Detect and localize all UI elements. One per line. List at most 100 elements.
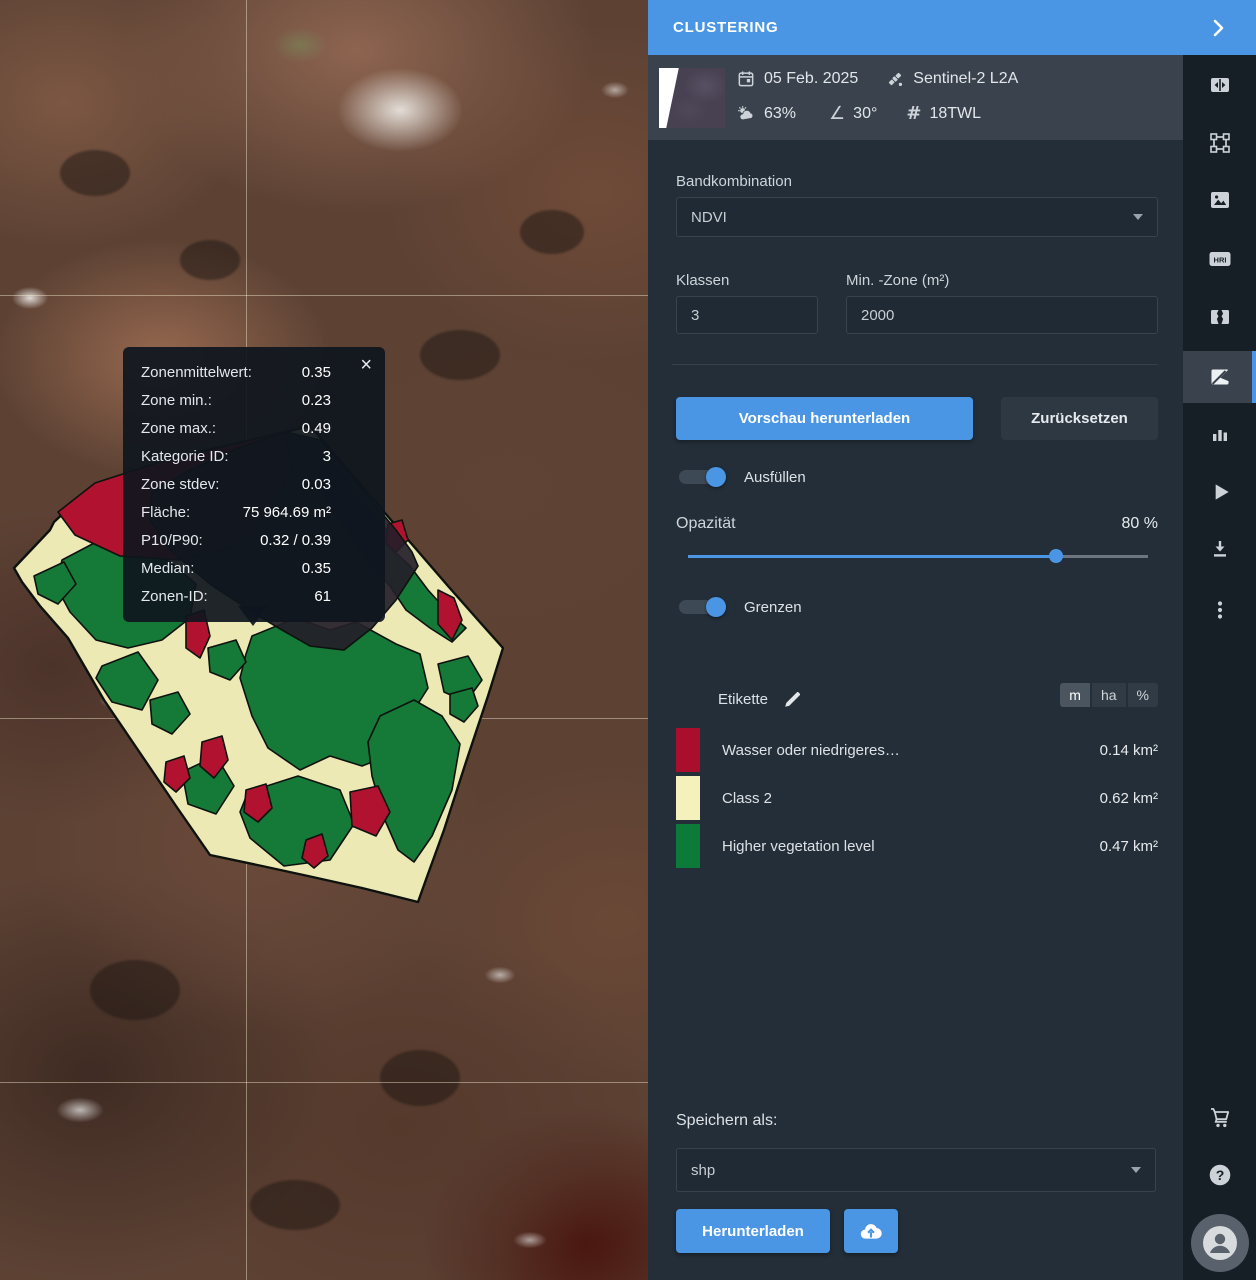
class-color-swatch xyxy=(676,728,700,772)
cloud-upload-icon xyxy=(860,1224,882,1239)
change-detection-tool[interactable] xyxy=(1183,291,1256,343)
band-combination-label: Bandkombination xyxy=(676,173,792,190)
legend-row: Wasser oder niedrigeres… 0.14 km² xyxy=(676,728,1158,772)
stat-label: Kategorie ID: xyxy=(141,447,229,465)
play-tool[interactable] xyxy=(1183,466,1256,518)
tile-grid-icon: # xyxy=(906,103,922,124)
stat-label: Zone stdev: xyxy=(141,475,220,493)
section-divider xyxy=(672,364,1158,365)
stat-value: 0.49 xyxy=(301,419,331,437)
angle-icon: ∠ xyxy=(829,103,846,124)
fill-toggle[interactable] xyxy=(676,465,726,489)
account-button[interactable] xyxy=(1191,1214,1249,1272)
stat-value: 0.03 xyxy=(301,475,331,493)
scene-angle: ∠ 30° xyxy=(829,103,877,124)
cluster-zones-layer[interactable] xyxy=(0,0,648,1280)
help-icon: ? xyxy=(1209,1164,1230,1186)
download-label: Herunterladen xyxy=(702,1222,804,1240)
scene-thumbnail[interactable] xyxy=(659,68,725,128)
class-area: 0.47 km² xyxy=(1099,837,1158,855)
scene-tile-text: 18TWL xyxy=(929,104,982,122)
borders-toggle[interactable] xyxy=(676,595,726,619)
download-tool[interactable] xyxy=(1183,523,1256,575)
stat-value: 0.35 xyxy=(301,363,331,381)
svg-text:?: ? xyxy=(1215,1167,1224,1183)
compare-icon xyxy=(1210,78,1229,92)
classes-input[interactable]: 3 xyxy=(676,296,818,334)
aoi-polygon-icon xyxy=(1209,133,1230,153)
legend-title: Etikette xyxy=(718,690,769,708)
save-format-value: shp xyxy=(691,1161,716,1179)
save-as-label: Speichern als: xyxy=(676,1112,778,1129)
split-images-icon xyxy=(1210,310,1229,324)
analytics-tool[interactable] xyxy=(1183,408,1256,460)
more-vertical-icon xyxy=(1217,601,1222,619)
edit-pencil-icon[interactable] xyxy=(782,688,804,710)
class-label: Higher vegetation level xyxy=(722,837,875,855)
cloud-upload-button[interactable] xyxy=(844,1209,898,1253)
legend-row: Class 2 0.62 km² xyxy=(676,776,1158,820)
svg-text:HRI: HRI xyxy=(1213,256,1226,265)
opacity-label: Opazität xyxy=(676,515,736,532)
class-area: 0.62 km² xyxy=(1099,789,1158,807)
imagery-tool[interactable] xyxy=(1183,174,1256,226)
unit-m-button[interactable]: m xyxy=(1060,683,1090,707)
chevron-down-icon xyxy=(1131,1167,1141,1173)
scene-meta-bar: 05 Feb. 2025 Sentinel-2 L2A 63% ∠ 30° # … xyxy=(648,55,1183,140)
clustering-tool[interactable] xyxy=(1183,351,1256,403)
aoi-tool[interactable] xyxy=(1183,117,1256,169)
map-canvas[interactable]: × Zonenmittelwert: 0.35 Zone min.: 0.23 Zo… xyxy=(0,0,648,1280)
clustering-panel: CLUSTERING 05 Feb. 2025 Sentinel-2 L2A 6… xyxy=(648,0,1256,1280)
unit-ha-button[interactable]: ha xyxy=(1091,683,1126,707)
play-icon xyxy=(1215,484,1229,500)
stat-value: 0.23 xyxy=(301,391,331,409)
class-color-swatch xyxy=(676,776,700,820)
stat-label: Zone max.: xyxy=(141,419,217,437)
compare-tool[interactable] xyxy=(1183,59,1256,111)
collapse-chevron-icon[interactable] xyxy=(1206,16,1230,40)
close-icon[interactable]: × xyxy=(360,355,372,375)
save-format-select[interactable]: shp xyxy=(676,1148,1156,1192)
unit-switcher: m ha % xyxy=(1060,683,1158,707)
download-button[interactable]: Herunterladen xyxy=(676,1209,830,1253)
hri-tool[interactable]: HRI xyxy=(1183,233,1256,285)
clustering-icon xyxy=(1211,369,1228,385)
fill-toggle-label: Ausfüllen xyxy=(744,469,806,486)
stat-label: Fläche: xyxy=(141,503,191,521)
stat-value: 3 xyxy=(322,447,331,465)
scene-cloudiness: 63% xyxy=(736,104,796,124)
panel-title: CLUSTERING xyxy=(673,19,779,36)
scene-date-text: 05 Feb. 2025 xyxy=(764,70,859,87)
scene-cloudiness-text: 63% xyxy=(764,104,797,122)
account-icon xyxy=(1203,1226,1237,1260)
min-zone-input[interactable]: 2000 xyxy=(846,296,1158,334)
legend-row: Higher vegetation level 0.47 km² xyxy=(676,824,1158,868)
opacity-slider[interactable] xyxy=(688,549,1148,563)
reset-label: Zurücksetzen xyxy=(1031,410,1128,427)
preview-download-label: Vorschau herunterladen xyxy=(738,410,911,427)
opacity-value: 80 % xyxy=(1121,515,1158,532)
class-area: 0.14 km² xyxy=(1099,741,1158,759)
hri-icon: HRI xyxy=(1209,252,1230,266)
panel-header: CLUSTERING xyxy=(648,0,1256,55)
unit-percent-button[interactable]: % xyxy=(1127,683,1158,707)
slider-thumb[interactable] xyxy=(1049,549,1063,563)
stat-label: Zonenmittelwert: xyxy=(141,363,252,381)
bar-chart-icon xyxy=(1212,430,1227,441)
stat-label: P10/P90: xyxy=(141,531,203,549)
stat-value: 0.35 xyxy=(301,559,331,577)
download-icon xyxy=(1213,541,1226,557)
more-tools[interactable] xyxy=(1183,584,1256,636)
scene-sensor-text: Sentinel-2 L2A xyxy=(913,70,1019,87)
preview-download-button[interactable]: Vorschau herunterladen xyxy=(676,397,973,440)
reset-button[interactable]: Zurücksetzen xyxy=(1001,397,1158,440)
min-zone-value: 2000 xyxy=(861,306,895,324)
cart-tool[interactable] xyxy=(1183,1092,1256,1144)
stat-value: 75 964.69 m² xyxy=(242,503,331,521)
satellite-icon xyxy=(889,72,903,87)
help-tool[interactable]: ? xyxy=(1183,1149,1256,1201)
clustering-app: { "header": { "title": "CLUSTERING" }, "… xyxy=(0,0,1256,1280)
class-label: Class 2 xyxy=(722,789,773,807)
band-combination-select[interactable]: NDVI xyxy=(676,197,1158,237)
image-icon xyxy=(1210,192,1229,208)
